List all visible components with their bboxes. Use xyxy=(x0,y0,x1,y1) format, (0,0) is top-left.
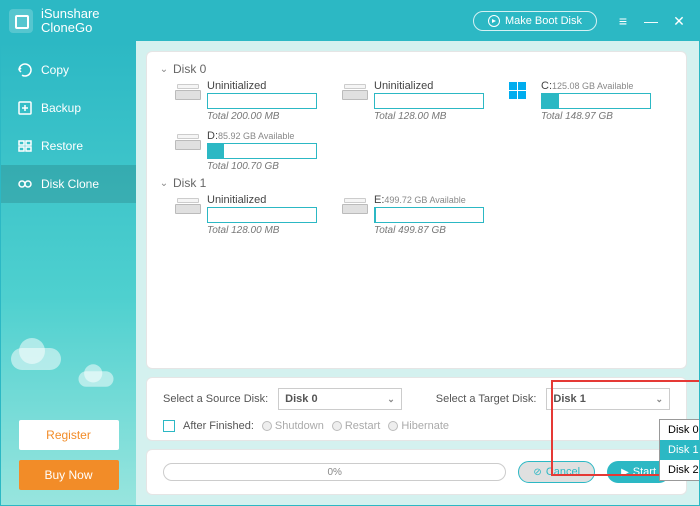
partition[interactable]: Uninitialized Total 128.00 MB xyxy=(175,194,330,236)
cloud-deco xyxy=(11,348,61,370)
partition-total: Total 128.00 MB xyxy=(207,225,330,236)
restart-radio[interactable]: Restart xyxy=(332,420,380,432)
target-disk-select[interactable]: Disk 1 ⌄ xyxy=(546,388,670,410)
play-icon xyxy=(488,15,500,27)
partition-title: C:125.08 GB Available xyxy=(541,80,664,92)
partition[interactable]: E:499.72 GB Available Total 499.87 GB xyxy=(342,194,497,236)
partition-total: Total 100.70 GB xyxy=(207,161,330,172)
sidebar-item-backup[interactable]: Backup xyxy=(1,89,136,127)
titlebar: iSunshare CloneGo Make Boot Disk ≡ — ✕ xyxy=(1,1,699,41)
dropdown-option[interactable]: Disk 2 xyxy=(660,460,699,480)
usage-bar xyxy=(207,207,317,223)
backup-icon xyxy=(17,100,33,116)
partition-title: Uninitialized xyxy=(374,80,497,92)
partition-total: Total 128.00 MB xyxy=(374,111,497,122)
app-logo xyxy=(9,9,33,33)
hdd-icon xyxy=(175,82,201,100)
menu-icon[interactable]: ≡ xyxy=(611,9,635,33)
chevron-down-icon: ⌄ xyxy=(655,394,663,405)
radio-icon xyxy=(388,421,398,431)
main-area: ⌄ Disk 0 UninitializedTotal 200.00 MBUni… xyxy=(136,41,699,505)
partition-title: Uninitialized xyxy=(207,194,330,206)
target-disk-value: Disk 1 xyxy=(553,393,585,405)
usage-bar xyxy=(541,93,651,109)
hibernate-radio[interactable]: Hibernate xyxy=(388,420,449,432)
minimize-icon[interactable]: — xyxy=(639,9,663,33)
make-boot-disk-button[interactable]: Make Boot Disk xyxy=(473,11,597,31)
after-finished-checkbox[interactable] xyxy=(163,420,175,432)
radio-icon xyxy=(262,421,272,431)
windows-drive-icon xyxy=(509,82,535,100)
hdd-icon xyxy=(342,196,368,214)
target-disk-dropdown[interactable]: Disk 0Disk 1Disk 2 xyxy=(659,419,699,481)
cancel-label: Cancel xyxy=(546,466,580,478)
partition[interactable]: Uninitialized Total 200.00 MB xyxy=(175,80,330,122)
chevron-down-icon: ⌄ xyxy=(159,178,169,189)
restore-icon xyxy=(17,138,33,154)
source-disk-label: Select a Source Disk: xyxy=(163,393,268,405)
app-name: iSunshare CloneGo xyxy=(41,7,100,36)
restart-label: Restart xyxy=(345,420,380,432)
copy-icon xyxy=(17,62,33,78)
partition-title: D:85.92 GB Available xyxy=(207,130,330,142)
partition-total: Total 148.97 GB xyxy=(541,111,664,122)
cancel-button[interactable]: ⊘ Cancel xyxy=(518,461,595,483)
partition[interactable]: Uninitialized Total 128.00 MB xyxy=(342,80,497,122)
partition-title: Uninitialized xyxy=(207,80,330,92)
disk-clone-icon xyxy=(17,176,33,192)
close-icon[interactable]: ✕ xyxy=(667,9,691,33)
sidebar-item-disk-clone[interactable]: Disk Clone xyxy=(1,165,136,203)
cloud-deco xyxy=(79,371,114,386)
partition-total: Total 200.00 MB xyxy=(207,111,330,122)
buy-now-button[interactable]: Buy Now xyxy=(19,460,119,490)
sidebar: Copy Backup Restore Disk Clone Registe xyxy=(1,41,136,505)
disk0-label: Disk 0 xyxy=(173,62,206,76)
partition[interactable]: C:125.08 GB Available Total 148.97 GB xyxy=(509,80,664,122)
usage-bar xyxy=(374,207,484,223)
chevron-down-icon: ⌄ xyxy=(387,394,395,405)
buynow-label: Buy Now xyxy=(44,468,92,482)
dropdown-option[interactable]: Disk 0 xyxy=(660,420,699,440)
hdd-icon xyxy=(342,82,368,100)
select-panel: Select a Source Disk: Disk 0 ⌄ Select a … xyxy=(146,377,687,441)
hdd-icon xyxy=(175,196,201,214)
progress-panel: 0% ⊘ Cancel ▶ Start xyxy=(146,449,687,495)
shutdown-radio[interactable]: Shutdown xyxy=(262,420,324,432)
partition-title: E:499.72 GB Available xyxy=(374,194,497,206)
hibernate-label: Hibernate xyxy=(401,420,449,432)
sidebar-item-restore[interactable]: Restore xyxy=(1,127,136,165)
hdd-icon xyxy=(175,132,201,150)
target-disk-label: Select a Target Disk: xyxy=(436,393,537,405)
shutdown-label: Shutdown xyxy=(275,420,324,432)
start-label: Start xyxy=(633,466,656,478)
register-label: Register xyxy=(46,428,91,442)
make-boot-label: Make Boot Disk xyxy=(505,15,582,27)
partition[interactable]: D:85.92 GB Available Total 100.70 GB xyxy=(175,130,330,172)
progress-bar: 0% xyxy=(163,463,506,481)
sidebar-item-label: Restore xyxy=(41,139,83,153)
chevron-down-icon: ⌄ xyxy=(159,64,169,75)
disk1-label: Disk 1 xyxy=(173,176,206,190)
source-disk-select[interactable]: Disk 0 ⌄ xyxy=(278,388,402,410)
sidebar-item-copy[interactable]: Copy xyxy=(1,51,136,89)
sidebar-item-label: Copy xyxy=(41,63,69,77)
play-icon: ▶ xyxy=(621,467,629,478)
usage-bar xyxy=(207,143,317,159)
disk0-header[interactable]: ⌄ Disk 0 xyxy=(159,62,672,76)
disks-panel: ⌄ Disk 0 UninitializedTotal 200.00 MBUni… xyxy=(146,51,687,369)
disk1-header[interactable]: ⌄ Disk 1 xyxy=(159,176,672,190)
after-finished-label: After Finished: xyxy=(183,420,254,432)
sidebar-item-label: Backup xyxy=(41,101,81,115)
dropdown-option[interactable]: Disk 1 xyxy=(660,440,699,460)
source-disk-value: Disk 0 xyxy=(285,393,317,405)
usage-bar xyxy=(207,93,317,109)
progress-percent: 0% xyxy=(327,467,341,478)
cancel-icon: ⊘ xyxy=(533,467,541,478)
sidebar-item-label: Disk Clone xyxy=(41,177,99,191)
register-button[interactable]: Register xyxy=(19,420,119,450)
radio-icon xyxy=(332,421,342,431)
partition-total: Total 499.87 GB xyxy=(374,225,497,236)
usage-bar xyxy=(374,93,484,109)
